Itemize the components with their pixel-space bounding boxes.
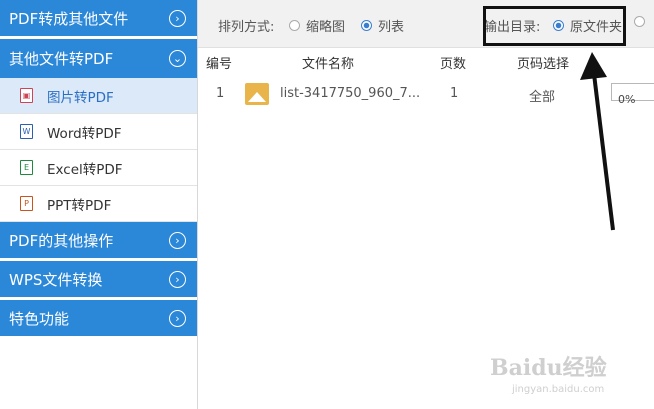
sidebar-section-label: 其他文件转PDF [9,50,114,68]
sidebar-item-label: 图片转PDF [47,89,114,106]
row-number: 1 [216,86,225,101]
table-row[interactable]: 1 list-3417750_960_7... 1 全部 0% [198,78,654,110]
sidebar-section-pdf-other-ops[interactable]: PDF的其他操作 › [0,222,197,261]
sidebar-item-label: PPT转PDF [47,197,112,214]
sidebar-section-label: 特色功能 [9,309,70,328]
sort-label-text: 排列方式: [218,20,275,35]
table-header: 编号 文件名称 页数 页码选择 [198,48,654,74]
sidebar-section-label: PDF转成其他文件 [9,9,129,28]
word-file-icon: W [20,124,33,139]
ppt-file-icon: P [20,196,33,211]
sidebar-item-ppt-to-pdf[interactable]: P PPT转PDF [0,186,197,222]
sidebar-section-pdf-to-other[interactable]: PDF转成其他文件 › [0,0,197,39]
row-filename: list-3417750_960_7... [280,86,421,101]
chevron-right-icon: › [169,309,186,327]
row-page-range[interactable]: 全部 [529,86,555,105]
progress-text: 0% [618,93,636,106]
radio-icon [634,16,645,27]
sidebar-section-special-features[interactable]: 特色功能 › [0,300,197,339]
col-pages: 页数 [440,57,467,72]
watermark-url: jingyan.baidu.com [512,384,605,395]
watermark-logo: Baidu经验 [490,355,607,381]
col-number: 编号 [206,57,233,72]
col-filename: 文件名称 [302,57,355,72]
sort-list-radio[interactable]: 列表 [361,16,404,35]
radio-selected-icon [361,20,372,31]
sidebar-section-label: WPS文件转换 [9,270,103,289]
row-pages: 1 [450,86,459,101]
sidebar-item-label: Excel转PDF [47,161,123,178]
excel-file-icon: E [20,160,33,175]
image-file-icon: ▣ [20,88,33,103]
sidebar-item-excel-to-pdf[interactable]: E Excel转PDF [0,150,197,186]
sort-thumbnail-radio[interactable]: 缩略图 [289,16,345,35]
chevron-right-icon: › [169,9,186,27]
sidebar-section-label: PDF的其他操作 [9,231,114,250]
sort-label: 排列方式: [218,16,274,35]
sidebar-item-label: Word转PDF [47,125,122,142]
progress-bar: 0% [611,83,654,106]
chevron-right-icon: › [169,231,186,249]
sidebar-item-image-to-pdf[interactable]: ▣ 图片转PDF [0,78,197,114]
sidebar-item-word-to-pdf[interactable]: W Word转PDF [0,114,197,150]
radio-icon [289,20,300,31]
output-custom-radio[interactable] [634,16,651,27]
image-thumbnail-icon [245,83,269,105]
sort-list-label: 列表 [378,20,405,35]
chevron-right-icon: › [169,270,186,288]
highlight-box [483,6,626,46]
sidebar-section-wps-convert[interactable]: WPS文件转换 › [0,261,197,300]
sidebar-section-other-to-pdf[interactable]: 其他文件转PDF ⌄ [0,39,197,78]
chevron-down-icon: ⌄ [169,50,186,67]
col-page-range: 页码选择 [517,57,570,72]
sort-thumbnail-label: 缩略图 [306,20,346,35]
sidebar: PDF转成其他文件 › 其他文件转PDF ⌄ ▣ 图片转PDF W Word转P… [0,0,198,409]
